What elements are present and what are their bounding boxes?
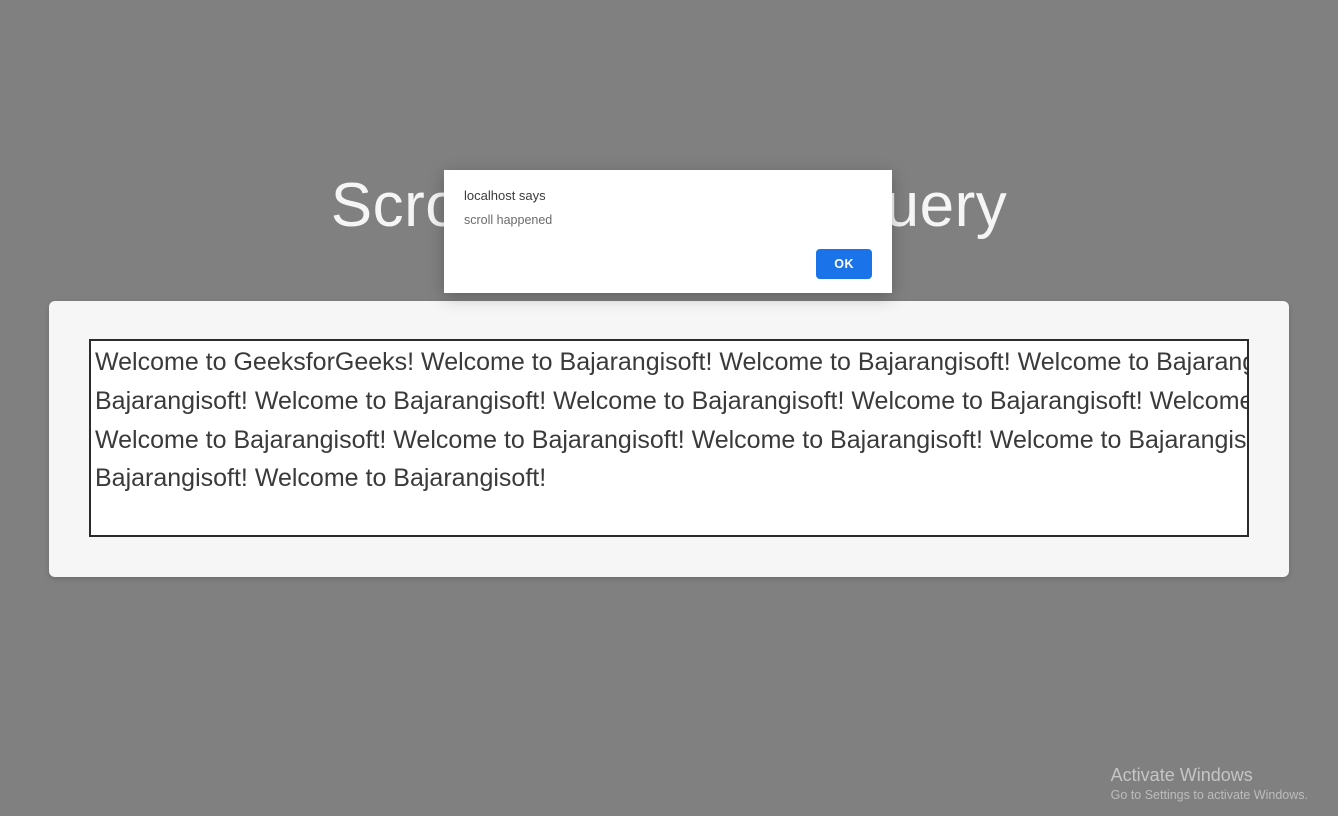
watermark-subtitle: Go to Settings to activate Windows.: [1111, 788, 1308, 802]
alert-dialog-title: localhost says: [464, 188, 872, 203]
ok-button[interactable]: OK: [816, 249, 872, 279]
scroll-box-text: Welcome to GeeksforGeeks! Welcome to Baj…: [95, 343, 1249, 498]
windows-activation-watermark: Activate Windows Go to Settings to activ…: [1111, 765, 1308, 802]
watermark-title: Activate Windows: [1111, 765, 1308, 786]
scroll-box[interactable]: Welcome to GeeksforGeeks! Welcome to Baj…: [89, 339, 1249, 537]
alert-dialog-actions: OK: [464, 249, 872, 279]
alert-dialog-message: scroll happened: [464, 213, 872, 227]
content-card: Welcome to GeeksforGeeks! Welcome to Baj…: [49, 301, 1289, 577]
alert-dialog: localhost says scroll happened OK: [444, 170, 892, 293]
